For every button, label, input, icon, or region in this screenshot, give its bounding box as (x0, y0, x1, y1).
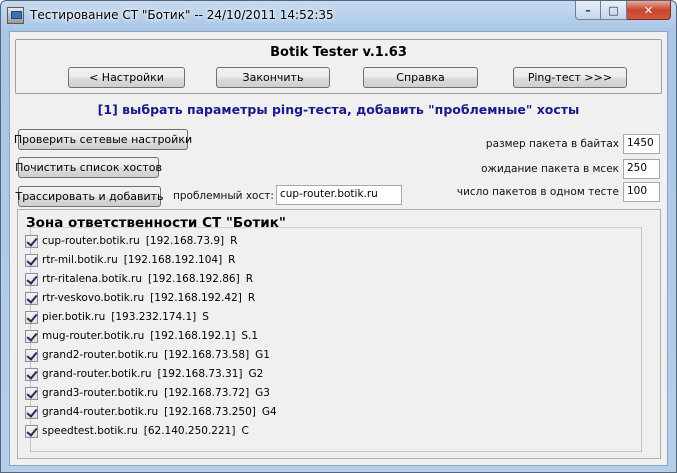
ping-test-button[interactable]: Ping-тест >>> (513, 67, 627, 88)
host-checkbox[interactable] (25, 291, 38, 305)
host-row: mug-router.botik.ru [192.168.192.1] S.1 (25, 328, 258, 344)
host-tag: R (245, 273, 253, 285)
host-name: grand4-router.botik.ru (42, 406, 159, 418)
application-window: Тестирование СТ "Ботик" -- 24/10/2011 14… (0, 0, 677, 473)
host-ip: [193.232.174.1] (111, 311, 197, 323)
window-title: Тестирование СТ "Ботик" -- 24/10/2011 14… (30, 8, 334, 22)
host-name: rtr-veskovo.botik.ru (42, 292, 145, 304)
host-ip: [192.168.73.250] (164, 406, 256, 418)
window-controls: – □ ✕ (575, 1, 671, 21)
host-tag: R (228, 254, 236, 266)
client-area: Botik Tester v.1.63 < Настройки Закончит… (9, 31, 668, 466)
packet-wait-label: ожидание пакета в мсек (481, 163, 619, 175)
step-instruction: [1] выбрать параметры ping-теста, добави… (97, 102, 580, 117)
host-row: speedtest.botik.ru [62.140.250.221] C (25, 423, 249, 439)
help-button[interactable]: Справка (363, 67, 478, 88)
host-name: mug-router.botik.ru (42, 330, 145, 342)
host-name: rtr-ritalena.botik.ru (42, 273, 142, 285)
maximize-button[interactable]: □ (601, 1, 627, 20)
host-checkbox[interactable] (25, 272, 38, 286)
host-tag: G2 (248, 368, 264, 380)
host-row: grand3-router.botik.ru [192.168.73.72] G… (25, 385, 270, 401)
title-bar[interactable]: Тестирование СТ "Ботик" -- 24/10/2011 14… (1, 1, 676, 31)
host-ip: [192.168.73.58] (164, 349, 250, 361)
host-checkbox[interactable] (25, 386, 38, 400)
host-tag: S.1 (241, 330, 258, 342)
check-network-button[interactable]: Проверить сетевые настройки (14, 129, 192, 150)
host-name: cup-router.botik.ru (42, 235, 140, 247)
responsibility-zone-group: Зона ответственности СТ "Ботик" cup-rout… (17, 209, 661, 459)
host-tag: G1 (255, 349, 270, 361)
settings-button[interactable]: < Настройки (68, 67, 185, 88)
header-group: Botik Tester v.1.63 < Настройки Закончит… (15, 39, 662, 94)
host-row: grand4-router.botik.ru [192.168.73.250] … (25, 404, 277, 420)
close-button[interactable]: ✕ (627, 1, 671, 20)
host-ip: [192.168.73.72] (164, 387, 250, 399)
host-row: cup-router.botik.ru [192.168.73.9] R (25, 233, 237, 249)
host-checkbox[interactable] (25, 405, 38, 419)
host-name: grand3-router.botik.ru (42, 387, 159, 399)
host-ip: [192.168.73.31] (157, 368, 243, 380)
packet-size-label: размер пакета в байтах (485, 138, 619, 150)
host-tag: S (202, 311, 209, 323)
host-name: speedtest.botik.ru (42, 425, 138, 437)
host-row: rtr-ritalena.botik.ru [192.168.192.86] R (25, 271, 253, 287)
host-name: grand2-router.botik.ru (42, 349, 159, 361)
host-checkbox[interactable] (25, 253, 38, 267)
host-ip: [192.168.192.104] (123, 254, 223, 266)
host-row: grand-router.botik.ru [192.168.73.31] G2 (25, 366, 263, 382)
host-checkbox[interactable] (25, 424, 38, 438)
host-checkbox[interactable] (25, 310, 38, 324)
host-row: grand2-router.botik.ru [192.168.73.58] G… (25, 347, 270, 363)
host-ip: [192.168.192.1] (150, 330, 236, 342)
app-window-icon[interactable] (7, 7, 24, 24)
packet-size-input[interactable]: 1450 (623, 134, 660, 154)
host-row: rtr-mil.botik.ru [192.168.192.104] R (25, 252, 235, 268)
host-tag: G3 (255, 387, 270, 399)
clear-hosts-button[interactable]: Почистить список хостов (15, 157, 162, 178)
packets-per-test-input[interactable]: 100 (623, 182, 660, 202)
host-ip: [192.168.192.86] (147, 273, 240, 285)
finish-button[interactable]: Закончить (216, 67, 330, 88)
host-tag: R (247, 292, 256, 304)
host-ip: [62.140.250.221] (143, 425, 236, 437)
host-row: pier.botik.ru [193.232.174.1] S (25, 309, 209, 325)
app-title: Botik Tester v.1.63 (270, 45, 407, 60)
host-ip: [192.168.192.42] (150, 292, 242, 304)
host-checkbox[interactable] (25, 329, 38, 343)
host-name: rtr-mil.botik.ru (42, 254, 118, 266)
host-row: rtr-veskovo.botik.ru [192.168.192.42] R (25, 290, 255, 306)
zone-title: Зона ответственности СТ "Ботик" (26, 215, 286, 231)
host-ip: [192.168.73.9] (145, 235, 225, 247)
host-tag: C (241, 425, 249, 437)
packets-per-test-label: число пакетов в одном тесте (456, 186, 619, 198)
problem-host-input[interactable]: cup-router.botik.ru (276, 185, 402, 205)
trace-add-button[interactable]: Трассировать и добавить (15, 186, 164, 207)
host-name: pier.botik.ru (42, 311, 106, 323)
host-name: grand-router.botik.ru (42, 368, 152, 380)
host-tag: G4 (261, 406, 277, 418)
packet-wait-input[interactable]: 250 (623, 159, 660, 179)
problem-host-label: проблемный хост: (173, 190, 274, 202)
minimize-button[interactable]: – (575, 1, 601, 20)
host-checkbox[interactable] (25, 234, 38, 248)
host-tag: R (230, 235, 238, 247)
host-checkbox[interactable] (25, 367, 38, 381)
host-checkbox[interactable] (25, 348, 38, 362)
